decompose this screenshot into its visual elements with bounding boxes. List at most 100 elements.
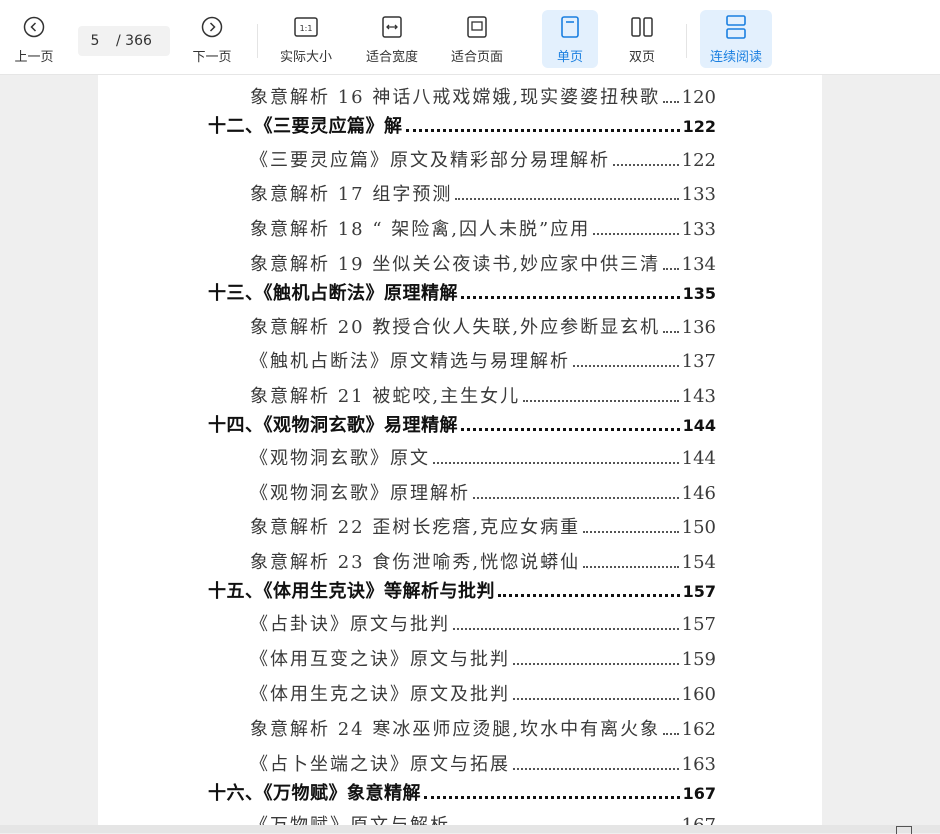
toc-chapter[interactable]: 十四、《观物洞玄歌》易理精解 144 xyxy=(208,411,716,437)
double-page-icon xyxy=(629,14,655,40)
prev-page-label: 上一页 xyxy=(14,50,54,65)
toc-entry[interactable]: 象意解析 22 歪树长疙瘩,克应女病重 150 xyxy=(250,513,716,539)
leader-dots xyxy=(473,496,679,499)
fit-width-button[interactable]: 适合宽度 xyxy=(360,10,424,68)
toolbar-divider xyxy=(686,24,687,58)
toc-chapter-title: 十四、《观物洞玄歌》易理精解 xyxy=(208,415,458,436)
toc-chapter[interactable]: 十五、《体用生克诀》等解析与批判 157 xyxy=(208,577,716,603)
toc-entry-page: 120 xyxy=(681,87,716,108)
toc-chapter-title: 十三、《触机占断法》原理精解 xyxy=(208,283,458,304)
single-page-label: 单页 xyxy=(556,50,583,65)
toc-chapter-page: 157 xyxy=(682,582,716,601)
leader-dots xyxy=(455,197,679,200)
toc-entry-page: 137 xyxy=(681,351,716,372)
toc-entry-title: 《万物赋》原文与解析 xyxy=(250,811,450,825)
toc-entry[interactable]: 《体用生克之诀》原文及批判 160 xyxy=(250,680,716,706)
leader-dots xyxy=(523,399,679,402)
next-page-button[interactable]: 下一页 xyxy=(186,10,238,68)
toc-entry[interactable]: 《三要灵应篇》原文及精彩部分易理解析 122 xyxy=(250,146,716,172)
toc-entry[interactable]: 象意解析 20 教授合伙人失联,外应参断显玄机 136 xyxy=(250,313,716,339)
toc-entry-title: 《占卜坐端之诀》原文与拓展 xyxy=(250,754,510,775)
toc-entry[interactable]: 象意解析 19 坐似关公夜读书,妙应家中供三清 134 xyxy=(250,250,716,276)
toc-entry[interactable]: 《占卜坐端之诀》原文与拓展 163 xyxy=(250,750,716,776)
toc-chapter-title: 十六、《万物赋》象意精解 xyxy=(208,783,421,804)
leader-dots xyxy=(663,330,679,333)
leader-dots xyxy=(498,593,680,597)
toc-entry[interactable]: 《观物洞玄歌》原理解析 146 xyxy=(250,479,716,505)
actual-size-icon-text: 1:1 xyxy=(300,24,313,33)
leader-dots xyxy=(513,662,679,665)
toc-entry-page: 167 xyxy=(682,815,716,825)
toc-entry-page: 133 xyxy=(681,184,716,205)
toc-entry-title: 象意解析 19 坐似关公夜读书,妙应家中供三清 xyxy=(250,254,661,275)
toc-chapter-page: 122 xyxy=(682,117,716,136)
reader-toolbar: 上一页 5 / 366 下一页 1:1 实际大小 适合宽度 适合页面 单页 双页… xyxy=(0,0,940,75)
toc-entry[interactable]: 象意解析 21 被蛇咬,主生女儿 143 xyxy=(250,382,716,408)
toolbar-divider xyxy=(257,24,258,58)
toc-entry-title: 《体用互变之诀》原文与批判 xyxy=(250,649,510,670)
toc-entry[interactable]: 《触机占断法》原文精选与易理解析 137 xyxy=(250,347,716,373)
fit-page-icon xyxy=(464,14,490,40)
toc-entry-page: 136 xyxy=(681,317,716,338)
current-page-input[interactable]: 5 xyxy=(78,33,112,49)
toc-entry[interactable]: 《万物赋》原文与解析 167 xyxy=(250,811,716,825)
continuous-read-button[interactable]: 连续阅读 xyxy=(700,10,772,68)
leader-dots xyxy=(513,697,679,700)
toc-entry[interactable]: 象意解析 24 寒冰巫师应烫腿,坎水中有离火象 162 xyxy=(250,715,716,741)
toc-entry-page: 154 xyxy=(681,552,716,573)
leader-dots xyxy=(663,100,679,103)
toc-entry-page: 163 xyxy=(681,754,716,775)
toc-entry-title: 《观物洞玄歌》原文 xyxy=(250,448,430,469)
toc-entry-page: 157 xyxy=(681,614,716,635)
actual-size-label: 实际大小 xyxy=(279,50,332,65)
prev-page-button[interactable]: 上一页 xyxy=(8,10,60,68)
toc-entry[interactable]: 《观物洞玄歌》原文 144 xyxy=(250,444,716,470)
toc-entry-page: 133 xyxy=(681,219,716,240)
leader-dots xyxy=(593,232,679,235)
toc-entry-page: 150 xyxy=(681,517,716,538)
double-page-button[interactable]: 双页 xyxy=(614,10,670,68)
toc-chapter[interactable]: 十六、《万物赋》象意精解 167 xyxy=(208,779,716,805)
toc-chapter[interactable]: 十三、《触机占断法》原理精解 135 xyxy=(208,279,716,305)
toc-entry[interactable]: 《占卦诀》原文与批判 157 xyxy=(250,610,716,636)
toc-entry-title: 《三要灵应篇》原文及精彩部分易理解析 xyxy=(250,150,610,171)
toc-entry-page: 162 xyxy=(681,719,716,740)
toc-entry-title: 《触机占断法》原文精选与易理解析 xyxy=(250,351,570,372)
leader-dots xyxy=(453,627,679,630)
toc-entry[interactable]: 《体用互变之诀》原文与批判 159 xyxy=(250,645,716,671)
toc-entry-page: 144 xyxy=(681,448,716,469)
toc-entry-page: 143 xyxy=(681,386,716,407)
toc-entry-title: 象意解析 23 食伤泄喻秀,恍惚说蟒仙 xyxy=(250,552,581,573)
leader-dots xyxy=(424,795,680,799)
toc-entry-title: 象意解析 20 教授合伙人失联,外应参断显玄机 xyxy=(250,317,661,338)
actual-size-icon: 1:1 xyxy=(293,14,319,40)
actual-size-button[interactable]: 1:1 实际大小 xyxy=(274,10,338,68)
toc-chapter[interactable]: 十二、《三要灵应篇》解 122 xyxy=(208,112,716,138)
toc-entry[interactable]: 象意解析 16 神话八戒戏嫦娥,现实婆婆扭秧歌 120 xyxy=(250,83,716,109)
toc-entry[interactable]: 象意解析 18 “ 架险禽,囚人未脱”应用 133 xyxy=(250,215,716,241)
leader-dots xyxy=(583,530,679,533)
next-page-label: 下一页 xyxy=(192,50,232,65)
leader-dots xyxy=(513,767,679,770)
toc-entry[interactable]: 象意解析 17 组字预测 133 xyxy=(250,180,716,206)
toc-entry-page: 146 xyxy=(681,483,716,504)
single-page-icon xyxy=(557,14,583,40)
leader-dots xyxy=(573,364,679,367)
toc-entry-title: 《占卦诀》原文与批判 xyxy=(250,614,450,635)
leader-dots xyxy=(583,565,679,568)
continuous-scroll-icon xyxy=(723,14,749,40)
toc-chapter-page: 144 xyxy=(682,416,716,435)
fit-width-icon xyxy=(379,14,405,40)
fit-page-button[interactable]: 适合页面 xyxy=(445,10,509,68)
page-number-field[interactable]: 5 / 366 xyxy=(78,26,170,56)
leader-dots xyxy=(405,128,680,132)
single-page-button[interactable]: 单页 xyxy=(542,10,598,68)
toc-entry-title: 象意解析 21 被蛇咬,主生女儿 xyxy=(250,386,521,407)
leader-dots xyxy=(461,427,680,431)
toc-entry-title: 象意解析 16 神话八戒戏嫦娥,现实婆婆扭秧歌 xyxy=(250,87,661,108)
fit-width-label: 适合宽度 xyxy=(365,50,418,65)
double-page-label: 双页 xyxy=(628,50,655,65)
chevron-left-circle-icon xyxy=(21,14,47,40)
toc-entry[interactable]: 象意解析 23 食伤泄喻秀,恍惚说蟒仙 154 xyxy=(250,548,716,574)
chevron-right-circle-icon xyxy=(199,14,225,40)
